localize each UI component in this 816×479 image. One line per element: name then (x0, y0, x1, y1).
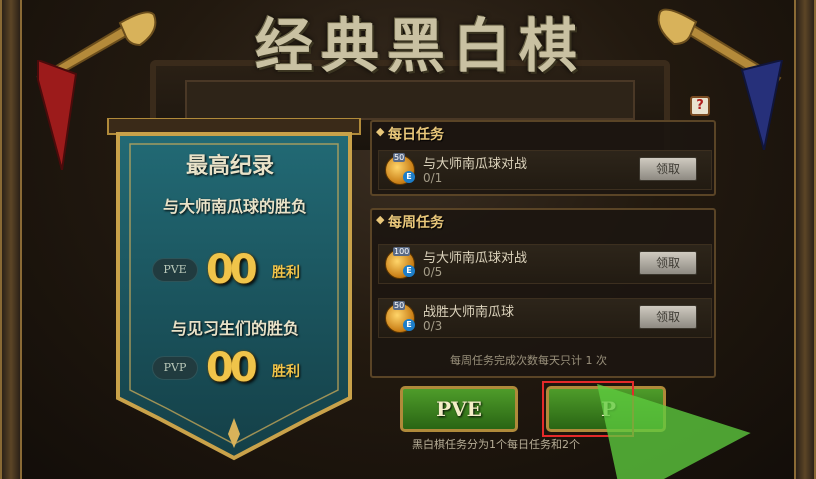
claim-button[interactable]: 领取 (639, 305, 697, 329)
pve-win-count: 00 (206, 247, 258, 293)
reward-amount: 100 (393, 247, 411, 256)
reward-amount: 50 (393, 153, 406, 162)
task-name: 与大师南瓜球对战 (423, 251, 528, 266)
reward-amount: 50 (393, 301, 406, 310)
game-title: 经典黑白棋 (254, 12, 585, 80)
task-progress: 0/5 (423, 265, 443, 279)
blue-pennant-icon (740, 60, 784, 150)
pve-record-label: 与大师南瓜球的胜负 (162, 197, 307, 216)
task-name: 战胜大师南瓜球 (423, 305, 515, 320)
task-row: 50 E 战胜大师南瓜球 0/3 领取 (378, 298, 712, 338)
task-progress: 0/3 (423, 319, 443, 333)
weekly-note: 每周任务完成次数每天只计 1 次 (450, 354, 607, 367)
right-frame (794, 0, 816, 479)
pvp-tag: PVP (152, 356, 198, 380)
claim-button[interactable]: 领取 (639, 157, 697, 181)
energy-badge-icon: E (403, 265, 415, 277)
red-pennant-icon (37, 60, 78, 170)
weekly-heading: 每周任务 (388, 215, 444, 231)
diamond-icon: ◆ (376, 125, 385, 138)
board-backdrop (185, 80, 635, 120)
daily-task-panel: ◆ 每日任务 50 E 与大师南瓜球对战 0/1 领取 (370, 120, 716, 196)
task-row: 100 E 与大师南瓜球对战 0/5 领取 (378, 244, 712, 284)
pve-win-unit: 胜利 (272, 265, 300, 281)
game-screen: 经典黑白棋 ? 最高纪录 与大师南瓜球的胜负 PVE 00 胜利 与见习生们的胜… (0, 0, 816, 479)
task-progress: 0/1 (423, 171, 443, 185)
pve-tag: PVE (152, 258, 198, 282)
task-name: 与大师南瓜球对战 (423, 157, 528, 172)
diamond-icon: ◆ (376, 213, 385, 226)
pve-button[interactable]: PVE (400, 386, 518, 432)
help-book-icon[interactable]: ? (690, 96, 710, 116)
claim-button[interactable]: 领取 (639, 251, 697, 275)
pvp-win-count: 00 (206, 345, 258, 391)
task-row: 50 E 与大师南瓜球对战 0/1 领取 (378, 150, 712, 190)
record-heading: 最高纪录 (185, 154, 274, 179)
footer-hint: 黑白棋任务分为1个每日任务和2个 (412, 438, 580, 451)
daily-heading: 每日任务 (388, 127, 444, 143)
energy-badge-icon: E (403, 319, 415, 331)
left-frame (0, 0, 22, 479)
pvp-win-unit: 胜利 (272, 364, 300, 380)
energy-badge-icon: E (403, 171, 415, 183)
pvp-record-label: 与见习生们的胜负 (170, 319, 299, 338)
